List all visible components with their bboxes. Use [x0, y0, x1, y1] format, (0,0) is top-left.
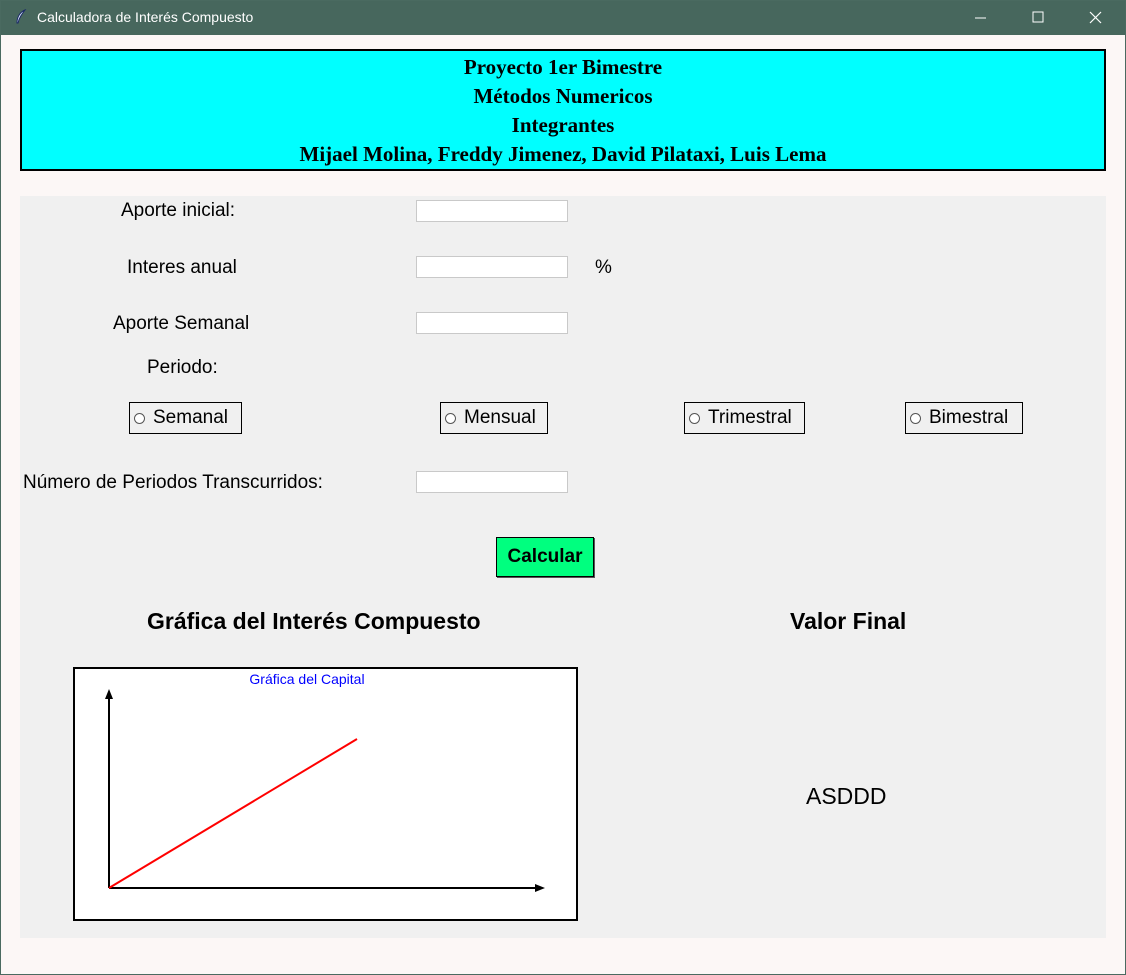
calcular-button[interactable]: Calcular: [496, 537, 594, 577]
title-bar[interactable]: Calculadora de Interés Compuesto: [1, 1, 1125, 35]
radio-circle-icon: [910, 412, 921, 424]
close-button[interactable]: [1067, 1, 1125, 35]
numero-periodos-label: Número de Periodos Transcurridos:: [23, 472, 323, 493]
radio-semanal-label: Semanal: [153, 407, 228, 428]
radio-circle-icon: [689, 412, 700, 424]
window-title: Calculadora de Interés Compuesto: [37, 9, 254, 25]
grafica-section-title: Gráfica del Interés Compuesto: [147, 608, 481, 634]
aporte-semanal-input[interactable]: [416, 312, 568, 334]
radio-trimestral[interactable]: Trimestral: [684, 402, 805, 434]
interes-anual-input[interactable]: [416, 256, 568, 278]
valor-final-value: ASDDD: [806, 783, 887, 809]
periodo-label: Periodo:: [147, 357, 218, 378]
close-icon: [1089, 11, 1102, 24]
form-panel: Aporte inicial: Interes anual % Aporte S…: [20, 196, 1106, 938]
project-header: Proyecto 1er Bimestre Métodos Numericos …: [20, 49, 1106, 171]
valor-final-section-title: Valor Final: [790, 608, 907, 634]
interes-anual-label: Interes anual: [127, 257, 237, 278]
header-line-project: Proyecto 1er Bimestre: [463, 55, 663, 79]
maximize-icon: [1032, 11, 1044, 23]
capital-chart: Gráfica del Capital: [105, 671, 545, 892]
numero-periodos-input[interactable]: [416, 471, 568, 493]
feather-icon: [16, 9, 27, 24]
header-line-members-title: Integrantes: [511, 113, 615, 137]
aporte-inicial-input[interactable]: [416, 200, 568, 222]
radio-mensual[interactable]: Mensual: [440, 402, 548, 434]
radio-bimestral[interactable]: Bimestral: [905, 402, 1023, 434]
calcular-button-label: Calcular: [507, 546, 583, 567]
radio-circle-icon: [134, 412, 145, 424]
y-axis-arrow-icon: [105, 689, 113, 699]
minimize-icon: [975, 17, 986, 19]
capital-chart-canvas: Gráfica del Capital: [73, 667, 578, 921]
aporte-semanal-label: Aporte Semanal: [113, 313, 250, 334]
capital-line: [108, 738, 358, 889]
header-line-members: Mijael Molina, Freddy Jimenez, David Pil…: [299, 142, 827, 166]
radio-circle-icon: [445, 412, 456, 424]
radio-bimestral-label: Bimestral: [929, 407, 1009, 428]
chart-title: Gráfica del Capital: [249, 671, 364, 687]
aporte-inicial-label: Aporte inicial:: [121, 200, 236, 221]
radio-semanal[interactable]: Semanal: [129, 402, 242, 434]
percent-label: %: [595, 257, 612, 278]
radio-mensual-label: Mensual: [464, 407, 536, 428]
radio-trimestral-label: Trimestral: [708, 407, 792, 428]
minimize-button[interactable]: [951, 1, 1009, 35]
maximize-button[interactable]: [1009, 1, 1067, 35]
header-line-course: Métodos Numericos: [473, 84, 653, 108]
app-window: Calculadora de Interés Compuesto Proyect…: [0, 0, 1126, 975]
x-axis-arrow-icon: [535, 884, 545, 892]
